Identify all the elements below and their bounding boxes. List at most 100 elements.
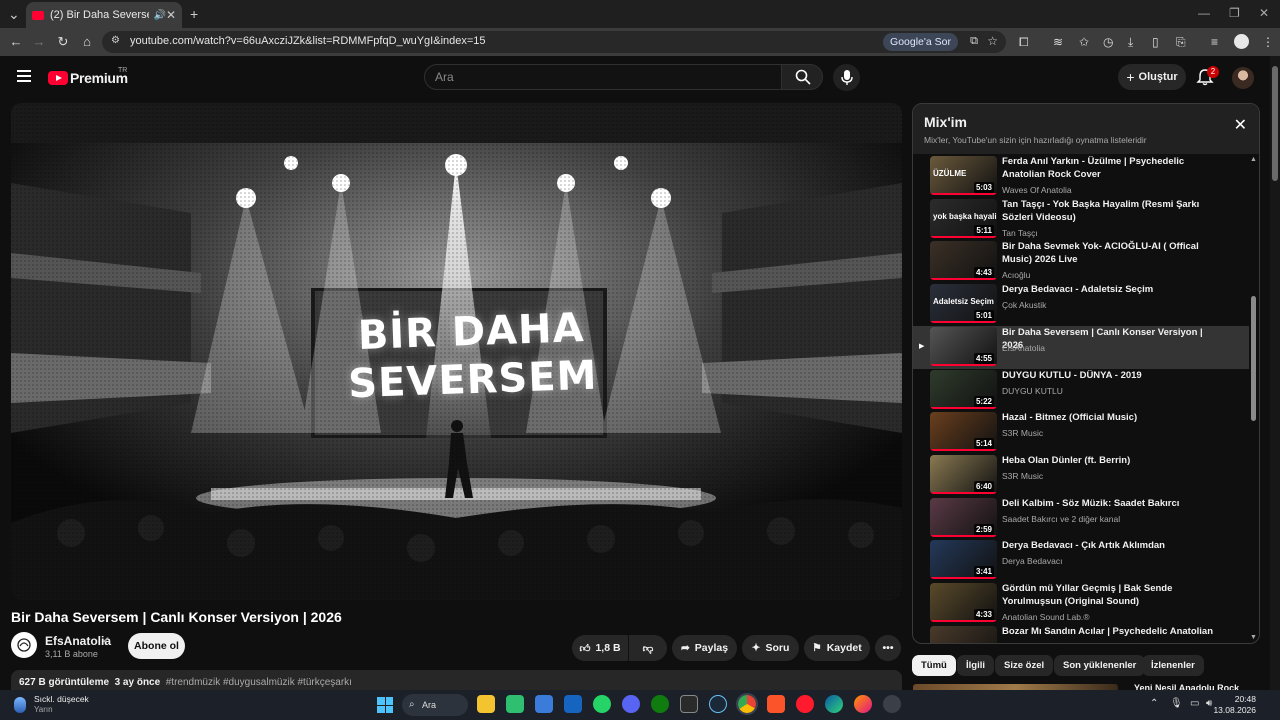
playlist-item[interactable]: 4:33 Gördün mü Yıllar Geçmiş | Bak Sende … bbox=[913, 582, 1249, 625]
search-button[interactable] bbox=[781, 64, 823, 90]
extensions-icon[interactable]: ⧠ bbox=[1019, 35, 1029, 50]
playlist-item[interactable]: 5:22 DUYGU KUTLU - DÜNYA - 2019 DUYGU KUTL… bbox=[913, 369, 1249, 412]
discord-icon[interactable] bbox=[622, 695, 640, 713]
forward-button[interactable]: → bbox=[31, 34, 47, 49]
playlist-item-thumbnail[interactable]: 2:59 bbox=[930, 497, 997, 537]
reload-button[interactable]: ↻ bbox=[55, 34, 71, 50]
tray-mic-icon[interactable]: 🎙︎ bbox=[1170, 698, 1183, 709]
playlist-item-thumbnail[interactable] bbox=[930, 625, 997, 643]
site-info-icon[interactable]: ⚙ bbox=[111, 35, 120, 46]
trash-icon[interactable]: ▯ bbox=[1152, 35, 1159, 49]
ask-button[interactable]: ✦ Soru bbox=[742, 635, 799, 661]
downloads-icon[interactable]: ⤓ bbox=[1128, 35, 1133, 50]
tray-chevron-icon[interactable]: ⌃ bbox=[1150, 698, 1158, 709]
back-button[interactable]: ← bbox=[8, 34, 24, 49]
whatsapp-icon[interactable] bbox=[593, 695, 611, 713]
favorites-icon[interactable]: ✩ bbox=[1079, 35, 1089, 49]
playlist-item[interactable]: 2:59 Deli Kalbim - Söz Müzik: Saadet Bakı… bbox=[913, 497, 1249, 540]
dislike-button[interactable]: 👎︎ bbox=[629, 635, 667, 661]
store-icon[interactable] bbox=[535, 695, 553, 713]
file-explorer-icon[interactable] bbox=[477, 695, 495, 713]
epic-games-icon[interactable] bbox=[680, 695, 698, 713]
home-button[interactable]: ⌂ bbox=[79, 34, 95, 49]
chip-for-you[interactable]: Size özel bbox=[995, 655, 1054, 676]
edge-icon[interactable] bbox=[825, 695, 843, 713]
playlist-item[interactable]: yok başka hayalim 5:11 Tan Taşçı - Yok Baş… bbox=[913, 198, 1249, 241]
address-bar[interactable]: ⚙ youtube.com/watch?v=66uAxcziJZk&list=R… bbox=[102, 31, 1006, 53]
google-sor-button[interactable]: Google'a Sor bbox=[883, 33, 958, 51]
subscribe-button[interactable]: Abone ol bbox=[128, 633, 185, 659]
playlist-item[interactable]: ÜZÜLME 5:03 Ferda Anıl Yarkın - Üzülme | P… bbox=[913, 155, 1249, 198]
playlist-item-thumbnail[interactable]: 4:33 bbox=[930, 583, 997, 622]
scroll-up-arrow-icon[interactable]: ▲ bbox=[1250, 156, 1257, 163]
new-tab-button[interactable]: + bbox=[190, 6, 198, 22]
taskbar-clock[interactable]: 20:48 13.08.2026 bbox=[1213, 694, 1256, 716]
steam-icon[interactable] bbox=[709, 695, 727, 713]
more-actions-button[interactable]: ••• bbox=[875, 635, 901, 661]
tab-close-icon[interactable]: ✕ bbox=[166, 8, 176, 22]
outlook-icon[interactable] bbox=[564, 695, 582, 713]
install-icon[interactable]: ⧉ bbox=[970, 35, 978, 48]
settings-gear-icon[interactable] bbox=[883, 695, 901, 713]
chip-recent-uploads[interactable]: Son yüklenenler bbox=[1054, 655, 1146, 676]
playlist-item[interactable]: Adaletsiz Seçim 5:01 Derya Bedavacı - Adal… bbox=[913, 283, 1249, 326]
close-window-button[interactable]: ✕ bbox=[1259, 6, 1269, 20]
playlist-item[interactable]: 3:41 Derya Bedavacı - Çık Artık Aklımdan D… bbox=[913, 539, 1249, 582]
like-button[interactable]: 👍︎ 1,8 B bbox=[572, 635, 628, 661]
scroll-down-arrow-icon[interactable]: ▼ bbox=[1250, 634, 1257, 641]
bookmark-star-icon[interactable]: ☆ bbox=[987, 34, 998, 48]
brave-icon[interactable] bbox=[767, 695, 785, 713]
weather-text[interactable]: Sıckl. düşecek bbox=[34, 694, 89, 704]
taskbar-search[interactable]: ⌕ Ara bbox=[402, 694, 468, 716]
playlist-item-thumbnail[interactable]: 5:22 bbox=[930, 369, 997, 409]
playlist-item-thumbnail[interactable]: Adaletsiz Seçim 5:01 bbox=[930, 284, 997, 324]
youtube-premium-logo[interactable]: Premium bbox=[48, 70, 128, 86]
create-button[interactable]: + Oluştur bbox=[1118, 64, 1186, 90]
close-playlist-icon[interactable]: ✕ bbox=[1234, 115, 1247, 135]
page-scrollbar[interactable] bbox=[1270, 56, 1280, 690]
playlist-item-thumbnail[interactable]: yok başka hayalim 5:11 bbox=[930, 198, 997, 238]
performance-icon[interactable]: ≋ bbox=[1053, 35, 1063, 49]
chip-related[interactable]: İlgili bbox=[957, 655, 994, 676]
search-box[interactable] bbox=[424, 64, 782, 90]
playlist-item[interactable]: 4:43 Bir Daha Sevmek Yok- ACIOĞLU-AI ( Of… bbox=[913, 240, 1249, 283]
browser-tab[interactable]: (2) Bir Daha Seversem | Can 🔊 ✕ bbox=[26, 2, 182, 28]
playlist-item-thumbnail[interactable]: 6:40 bbox=[930, 454, 997, 494]
playlist-item[interactable]: 6:40 Heba Olan Dünler (ft. Berrin) S3R Mus… bbox=[913, 454, 1249, 497]
firefox-icon[interactable] bbox=[854, 695, 872, 713]
search-input[interactable] bbox=[435, 70, 755, 84]
tray-volume-icon[interactable]: 🔊︎ bbox=[1206, 698, 1212, 709]
widgets-app-icon[interactable] bbox=[506, 695, 524, 713]
reading-list-icon[interactable]: ≡ bbox=[1211, 35, 1218, 49]
playlist-item[interactable]: Bozar Mı Sandın Acılar | Psychedelic Ana… bbox=[913, 625, 1249, 643]
translate-icon[interactable]: ⎘ bbox=[1176, 35, 1186, 50]
chip-watched[interactable]: İzlenenler bbox=[1142, 655, 1204, 676]
save-button[interactable]: ⚑ Kaydet bbox=[804, 635, 870, 661]
minimize-button[interactable]: — bbox=[1198, 6, 1210, 20]
opera-icon[interactable] bbox=[796, 695, 814, 713]
history-icon[interactable]: ◷ bbox=[1103, 35, 1113, 49]
hashtags[interactable]: #trendmüzik #duygusalmüzik #türkçeşarkı bbox=[166, 677, 352, 688]
playlist-item-thumbnail[interactable]: 3:41 bbox=[930, 540, 997, 580]
hamburger-menu-icon[interactable] bbox=[17, 70, 31, 82]
playlist-item[interactable]: ▶ 4:55 Bir Daha Seversem | Canlı Konser Ve… bbox=[913, 325, 1249, 369]
playlist-item-thumbnail[interactable]: 4:43 bbox=[930, 241, 997, 281]
menu-icon[interactable]: ⋮ bbox=[1262, 35, 1274, 49]
playlist-item-thumbnail[interactable]: ÜZÜLME 5:03 bbox=[930, 156, 997, 195]
playlist-item-thumbnail[interactable]: 5:14 bbox=[930, 412, 997, 452]
page-scroll-thumb[interactable] bbox=[1272, 66, 1278, 181]
tab-search-icon[interactable]: ⌄ bbox=[8, 6, 20, 23]
channel-avatar[interactable] bbox=[11, 632, 37, 658]
video-player[interactable]: BİR DAHA SEVERSEM bbox=[11, 103, 902, 600]
playlist-scroll-thumb[interactable] bbox=[1251, 296, 1256, 421]
speaker-icon[interactable]: 🔊 bbox=[153, 10, 165, 21]
chip-all[interactable]: Tümü bbox=[912, 655, 956, 676]
chrome-icon[interactable] bbox=[736, 693, 758, 715]
profile-avatar[interactable] bbox=[1234, 34, 1249, 49]
maximize-button[interactable]: ❐ bbox=[1229, 6, 1240, 20]
weather-icon[interactable] bbox=[14, 697, 26, 713]
windows-start-icon[interactable] bbox=[377, 697, 393, 713]
playlist-item-thumbnail[interactable]: 4:55 bbox=[930, 326, 997, 366]
account-avatar[interactable] bbox=[1232, 67, 1254, 89]
tray-display-icon[interactable]: ▭ bbox=[1190, 698, 1199, 709]
